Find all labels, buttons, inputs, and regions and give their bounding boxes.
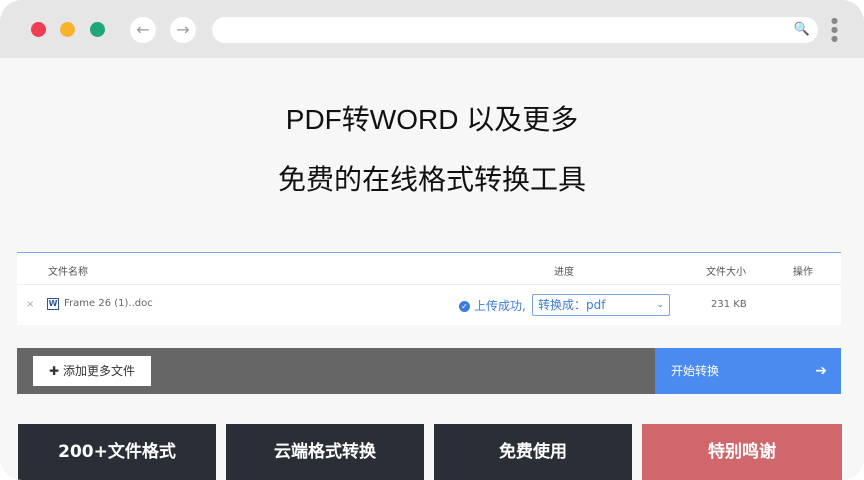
feature-card-formats[interactable]: 200+文件格式	[18, 424, 216, 480]
arrow-right-icon: ➔	[815, 363, 827, 379]
more-menu-icon[interactable]: ● ● ●	[831, 16, 838, 44]
add-more-files-button[interactable]: ✚ 添加更多文件	[33, 356, 151, 386]
minimize-window-button[interactable]	[60, 22, 75, 37]
browser-chrome: ← → 🔍 ● ● ●	[0, 0, 864, 58]
upload-status: ✓ 上传成功,	[459, 297, 526, 314]
browser-window: ← → 🔍 ● ● ● PDF转WORD 以及更多 免费的在线格式转换工具 文件名称…	[0, 0, 864, 480]
convert-format-select[interactable]: 转换成：pdf ⌄	[532, 294, 670, 316]
file-size: 231 KB	[711, 299, 747, 310]
check-circle-icon: ✓	[459, 301, 470, 312]
start-conversion-label: 开始转换	[671, 364, 720, 378]
plus-icon: ✚	[49, 364, 60, 378]
header-action: 操作	[793, 267, 813, 278]
header-progress: 进度	[554, 267, 574, 278]
convert-format-value: 转换成：pdf	[538, 298, 606, 312]
file-name: Frame 26 (1)..doc	[64, 298, 153, 309]
file-table: 文件名称 进度 文件大小 操作 × W Frame 26 (1)..doc ✓ 上…	[17, 252, 841, 325]
upload-status-text: 上传成功,	[474, 299, 526, 313]
forward-arrow-icon[interactable]: →	[170, 17, 196, 43]
word-file-icon: W	[47, 298, 59, 310]
hero-subtitle: 免费的在线格式转换工具	[277, 164, 586, 195]
feature-card-cloud[interactable]: 云端格式转换	[226, 424, 424, 480]
address-bar[interactable]: 🔍	[212, 17, 818, 43]
table-row: × W Frame 26 (1)..doc ✓ 上传成功, 转换成：pdf ⌄ 2…	[17, 285, 841, 325]
feature-card-thanks[interactable]: 特别鸣谢	[642, 424, 842, 480]
back-arrow-icon[interactable]: ←	[130, 17, 156, 43]
action-bar: ✚ 添加更多文件 开始转换 ➔	[17, 348, 841, 394]
remove-file-icon[interactable]: ×	[26, 299, 34, 310]
hero-title: PDF转WORD 以及更多	[285, 104, 579, 135]
header-size: 文件大小	[706, 267, 746, 278]
feature-card-free[interactable]: 免费使用	[434, 424, 632, 480]
maximize-window-button[interactable]	[90, 22, 105, 37]
header-filename: 文件名称	[48, 267, 88, 278]
table-header: 文件名称 进度 文件大小 操作	[17, 253, 841, 285]
hero: PDF转WORD 以及更多 免费的在线格式转换工具	[0, 100, 864, 200]
close-window-button[interactable]	[31, 22, 46, 37]
chevron-down-icon: ⌄	[656, 300, 664, 310]
start-conversion-button[interactable]: 开始转换 ➔	[655, 348, 841, 394]
search-icon[interactable]: 🔍	[794, 22, 810, 37]
add-more-files-label: 添加更多文件	[62, 364, 135, 378]
